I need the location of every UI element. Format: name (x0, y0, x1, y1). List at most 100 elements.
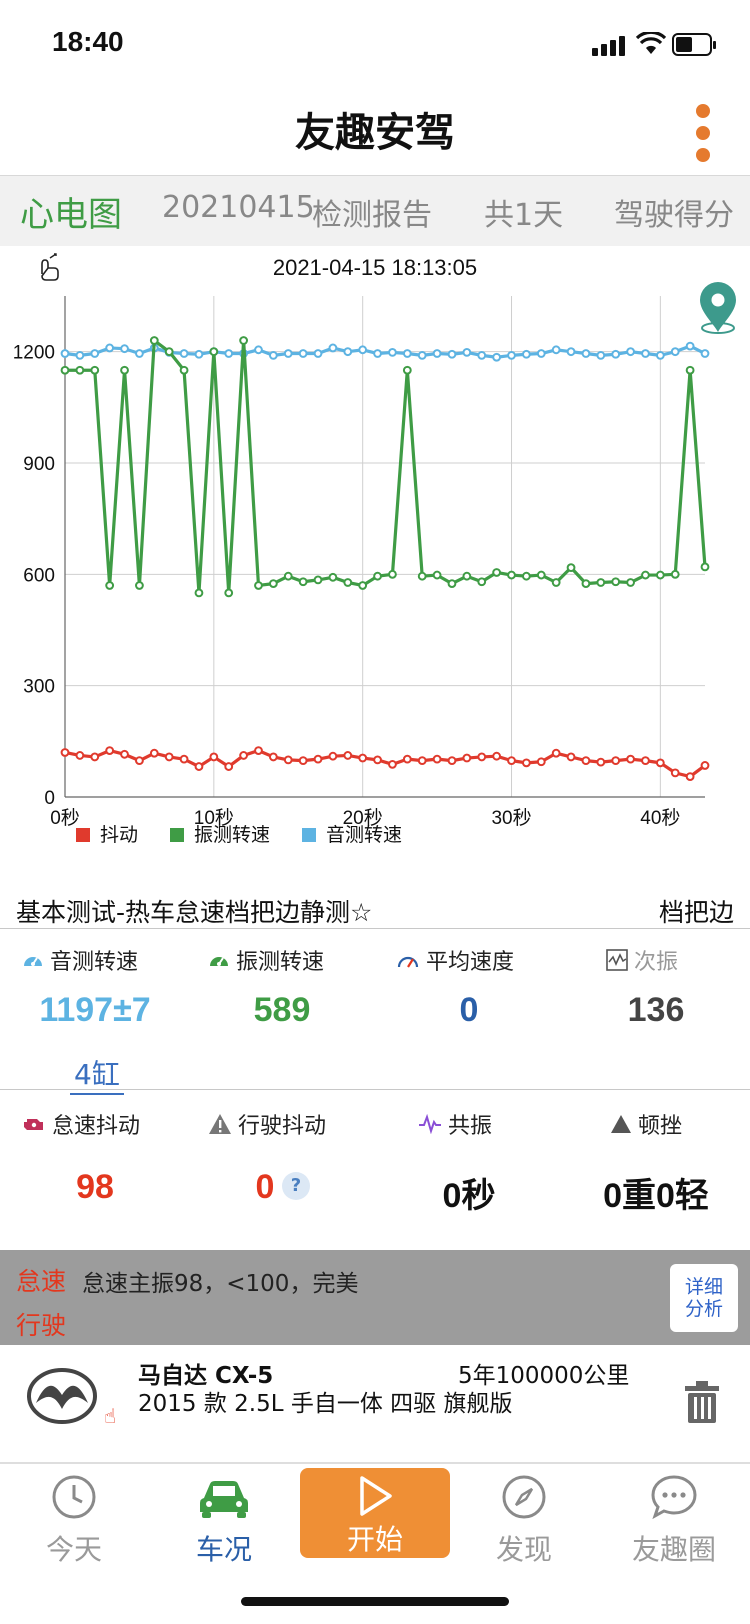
nav-friends-circle[interactable]: 友趣圈 (614, 1470, 734, 1566)
gesture-hand-icon[interactable] (41, 253, 59, 281)
data-point (149, 336, 159, 345)
x-tick-label: 40秒 (640, 807, 680, 829)
data-point (254, 345, 263, 355)
gauge-icon (210, 957, 228, 966)
data-point (373, 755, 382, 765)
data-point (447, 349, 457, 359)
data-point (492, 751, 502, 761)
data-point (596, 757, 606, 767)
data-point (551, 578, 561, 587)
data-point (700, 349, 710, 358)
data-point (105, 581, 115, 590)
data-point (60, 349, 70, 358)
data-point (135, 756, 144, 766)
wifi-icon (636, 32, 666, 54)
idle-analysis-text: 怠速主振98，<100，完美 (82, 1271, 359, 1297)
y-tick-label: 600 (23, 565, 55, 586)
data-point (90, 752, 100, 762)
data-point (626, 347, 635, 357)
detail-analysis-button[interactable]: 详细 分析 (670, 1264, 738, 1332)
y-tick-label: 0 (44, 788, 55, 809)
data-point (462, 348, 472, 357)
location-pin-icon[interactable] (700, 282, 736, 334)
data-point (75, 751, 85, 760)
data-point (149, 748, 159, 758)
nav-today[interactable]: 今天 (14, 1470, 134, 1566)
divider (0, 1089, 750, 1090)
data-point (492, 352, 502, 362)
triangle-icon (611, 1115, 631, 1133)
data-point (641, 756, 650, 766)
data-point (90, 349, 100, 358)
data-point (521, 758, 531, 768)
data-point (641, 570, 650, 580)
legend-label: 抖动 (100, 824, 138, 846)
data-point (507, 570, 516, 580)
data-point (432, 349, 442, 358)
data-point (700, 761, 710, 770)
metric-label-driving-shake: 行驶抖动 (208, 1108, 326, 1140)
data-point (655, 350, 665, 360)
gauge-icon (24, 957, 42, 966)
app-title: 友趣安驾 (295, 110, 455, 156)
home-indicator (241, 1597, 509, 1606)
more-options-icon[interactable] (690, 100, 720, 166)
data-point (402, 349, 412, 358)
data-point (507, 756, 516, 766)
data-point (135, 581, 144, 590)
nav-car-status[interactable]: 车况 (164, 1470, 284, 1566)
data-point (120, 344, 129, 354)
data-point (477, 752, 487, 762)
engine-icon (24, 1119, 43, 1130)
data-point (536, 349, 546, 358)
data-point (566, 752, 576, 762)
data-point (521, 571, 531, 581)
data-point (447, 756, 457, 766)
trash-icon[interactable] (684, 1380, 720, 1424)
tab-days[interactable]: 共1天 (484, 190, 563, 234)
series-line-0 (64, 749, 706, 779)
help-icon[interactable]: ? (282, 1172, 310, 1200)
tab-ecg[interactable]: 心电图 (20, 187, 122, 236)
value-driving-shake: 0 (255, 1168, 275, 1206)
value-vibration-rpm: 589 (253, 991, 311, 1029)
nav-discover[interactable]: 发现 (464, 1470, 584, 1566)
data-point (492, 568, 502, 577)
data-point (596, 350, 606, 360)
data-point (402, 365, 412, 375)
data-point (343, 751, 353, 760)
pulse-icon (419, 1114, 441, 1134)
tab-report[interactable]: 检测报告 (312, 190, 432, 234)
test-position: 档把边 (658, 898, 734, 927)
data-point (536, 757, 546, 767)
tab-bar: 心电图 20210415 检测报告 共1天 驾驶得分 (0, 176, 750, 246)
data-point (685, 365, 695, 375)
data-point (388, 569, 397, 579)
data-point (313, 575, 323, 585)
data-point (596, 578, 606, 587)
data-point (388, 759, 397, 769)
x-tick-label: 0秒 (50, 807, 80, 829)
battery-icon (672, 33, 716, 56)
tap-hand-icon[interactable]: ☝ (104, 1404, 116, 1428)
data-point (670, 347, 680, 357)
data-point (402, 754, 412, 764)
nav-start-button[interactable]: 开始 (300, 1468, 450, 1558)
cellular-signal-icon (592, 36, 625, 56)
metric-label-resonance: 共振 (418, 1108, 492, 1140)
metric-label-avg-speed: 平均速度 (396, 944, 514, 976)
tab-date[interactable]: 20210415 (162, 190, 315, 225)
ecg-chart[interactable]: 2021-04-15 18:13:05 030060090012000秒 10秒 2… (0, 246, 750, 886)
data-point (432, 570, 442, 580)
data-point (611, 349, 621, 359)
data-point (432, 754, 442, 764)
legend-label: 音测转速 (326, 824, 402, 846)
x-tick-label: 30秒 (491, 807, 531, 829)
data-point (268, 752, 278, 762)
tab-score[interactable]: 驾驶得分 (614, 190, 734, 234)
data-point (417, 350, 427, 360)
data-point (60, 365, 70, 375)
y-tick-label: 300 (23, 677, 55, 698)
chart-title: 2021-04-15 18:13:05 (273, 255, 477, 280)
metric-label-jerk: 顿挫 (610, 1108, 682, 1140)
